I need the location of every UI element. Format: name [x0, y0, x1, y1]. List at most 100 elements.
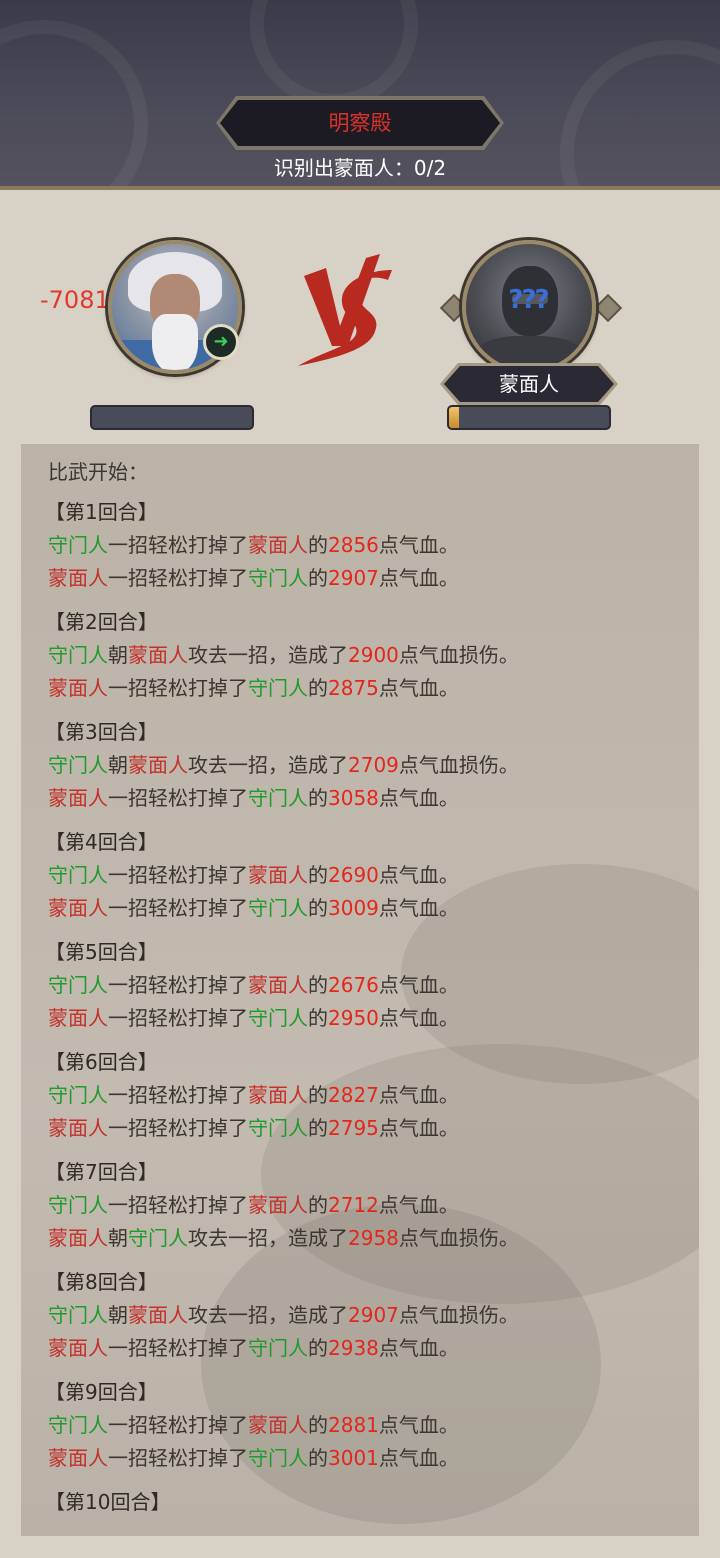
action-text: 的 — [308, 566, 328, 590]
damage-value: 2938 — [328, 1336, 379, 1360]
target-name: 蒙面人 — [128, 1303, 188, 1327]
target-name: 守门人 — [248, 786, 308, 810]
action-text: 的 — [308, 1083, 328, 1107]
action-text: 一招轻松打掉了 — [108, 1446, 248, 1470]
damage-value: 3001 — [328, 1446, 379, 1470]
action-text: 点气血。 — [378, 1413, 459, 1437]
action-text: 一招轻松打掉了 — [108, 1006, 248, 1030]
damage-value: 2958 — [348, 1226, 399, 1250]
round-title: 【第2回合】 — [45, 610, 158, 634]
attacker-name: 蒙面人 — [48, 1006, 108, 1030]
action-text: 点气血损伤。 — [398, 643, 519, 667]
attacker-name: 蒙面人 — [48, 1116, 108, 1140]
action-text: 朝 — [108, 1226, 128, 1250]
round-title: 【第6回合】 — [45, 1050, 158, 1074]
log-line: 蒙面人朝守门人攻去一招，造成了2958点气血损伤。 — [45, 1222, 519, 1255]
opponent-name: 蒙面人 — [444, 366, 614, 402]
action-text: 一招轻松打掉了 — [108, 1083, 248, 1107]
action-text: 点气血。 — [378, 1006, 459, 1030]
target-name: 守门人 — [248, 676, 308, 700]
damage-value: 2907 — [328, 566, 379, 590]
damage-value: 2875 — [328, 676, 379, 700]
attacker-name: 蒙面人 — [48, 1226, 108, 1250]
target-name: 蒙面人 — [248, 1083, 308, 1107]
round-block: 【第4回合】 守门人一招轻松打掉了蒙面人的2690点气血。 蒙面人一招轻松打掉了守门… — [45, 826, 459, 925]
log-line: 守门人朝蒙面人攻去一招，造成了2900点气血损伤。 — [45, 639, 519, 672]
page-title: 明察殿 — [328, 111, 392, 135]
damage-value: 2907 — [348, 1303, 399, 1327]
speed-boot-icon[interactable]: ➜ — [203, 324, 239, 360]
vs-emblem — [298, 254, 392, 366]
action-text: 点气血。 — [378, 1193, 459, 1217]
action-text: 攻去一招，造成了 — [188, 1303, 348, 1327]
round-title: 【第8回合】 — [45, 1270, 158, 1294]
battle-log[interactable]: 比武开始： 【第1回合】 守门人一招轻松打掉了蒙面人的2856点气血。 蒙面人一招轻… — [21, 444, 699, 1536]
log-line: 守门人朝蒙面人攻去一招，造成了2709点气血损伤。 — [45, 749, 519, 782]
action-text: 的 — [308, 1006, 328, 1030]
round-title: 【第4回合】 — [45, 830, 158, 854]
action-text: 朝 — [108, 753, 128, 777]
damage-value: 2709 — [348, 753, 399, 777]
round-title: 【第3回合】 — [45, 720, 158, 744]
round-title: 【第1回合】 — [45, 500, 158, 524]
log-line: 蒙面人一招轻松打掉了守门人的2907点气血。 — [45, 562, 459, 595]
action-text: 一招轻松打掉了 — [108, 896, 248, 920]
damage-value: 2676 — [328, 973, 379, 997]
round-block: 【第5回合】 守门人一招轻松打掉了蒙面人的2676点气血。 蒙面人一招轻松打掉了守门… — [45, 936, 459, 1035]
attacker-name: 守门人 — [48, 1083, 108, 1107]
action-text: 一招轻松打掉了 — [108, 863, 248, 887]
attacker-name: 蒙面人 — [48, 896, 108, 920]
action-text: 点气血损伤。 — [398, 753, 519, 777]
action-text: 点气血。 — [378, 973, 459, 997]
action-text: 的 — [308, 1193, 328, 1217]
attacker-name: 蒙面人 — [48, 676, 108, 700]
target-name: 蒙面人 — [248, 973, 308, 997]
target-name: 守门人 — [248, 1336, 308, 1360]
action-text: 点气血。 — [378, 863, 459, 887]
round-block: 【第7回合】 守门人一招轻松打掉了蒙面人的2712点气血。 蒙面人朝守门人攻去一招，… — [45, 1156, 519, 1255]
action-text: 的 — [308, 896, 328, 920]
action-text: 点气血。 — [378, 786, 459, 810]
log-line: 守门人一招轻松打掉了蒙面人的2712点气血。 — [45, 1189, 519, 1222]
action-text: 的 — [308, 973, 328, 997]
cloud-ornament — [250, 0, 418, 108]
action-text: 一招轻松打掉了 — [108, 676, 248, 700]
action-text: 一招轻松打掉了 — [108, 1336, 248, 1360]
round-title: 【第10回合】 — [45, 1490, 171, 1514]
action-text: 点气血。 — [378, 896, 459, 920]
action-text: 点气血。 — [378, 1083, 459, 1107]
target-name: 蒙面人 — [248, 533, 308, 557]
target-name: 守门人 — [248, 1006, 308, 1030]
attacker-name: 蒙面人 — [48, 566, 108, 590]
damage-value: 2827 — [328, 1083, 379, 1107]
log-start: 比武开始： — [48, 460, 148, 484]
log-line: 守门人一招轻松打掉了蒙面人的2827点气血。 — [45, 1079, 459, 1112]
action-text: 点气血。 — [378, 533, 459, 557]
attacker-name: 守门人 — [48, 1303, 108, 1327]
round-block: 【第2回合】守门人朝蒙面人攻去一招，造成了2900点气血损伤。蒙面人一招轻松打掉… — [45, 606, 519, 705]
action-text: 的 — [308, 1116, 328, 1140]
attacker-name: 蒙面人 — [48, 1336, 108, 1360]
action-text: 一招轻松打掉了 — [108, 533, 248, 557]
log-line: 蒙面人一招轻松打掉了守门人的3001点气血。 — [45, 1442, 459, 1475]
header-banner: 明察殿 识别出蒙面人：0/2 — [0, 0, 720, 190]
action-text: 点气血。 — [378, 676, 459, 700]
target-name: 守门人 — [248, 566, 308, 590]
action-text: 朝 — [108, 643, 128, 667]
gatekeeper-hp-bar — [90, 405, 254, 430]
attacker-name: 守门人 — [48, 643, 108, 667]
action-text: 点气血。 — [378, 1336, 459, 1360]
round-block: 【第6回合】 守门人一招轻松打掉了蒙面人的2827点气血。 蒙面人一招轻松打掉了守门… — [45, 1046, 459, 1145]
target-name: 蒙面人 — [128, 753, 188, 777]
action-text: 的 — [308, 1446, 328, 1470]
attacker-name: 守门人 — [48, 533, 108, 557]
target-name: 蒙面人 — [248, 1193, 308, 1217]
action-text: 朝 — [108, 1303, 128, 1327]
log-line: 守门人朝蒙面人攻去一招，造成了2907点气血损伤。 — [45, 1299, 519, 1332]
hp-fill — [449, 407, 459, 428]
frame-ornament — [593, 293, 623, 323]
attacker-name: 蒙面人 — [48, 1446, 108, 1470]
target-name: 守门人 — [248, 1446, 308, 1470]
action-text: 的 — [308, 676, 328, 700]
action-text: 攻去一招，造成了 — [188, 753, 348, 777]
